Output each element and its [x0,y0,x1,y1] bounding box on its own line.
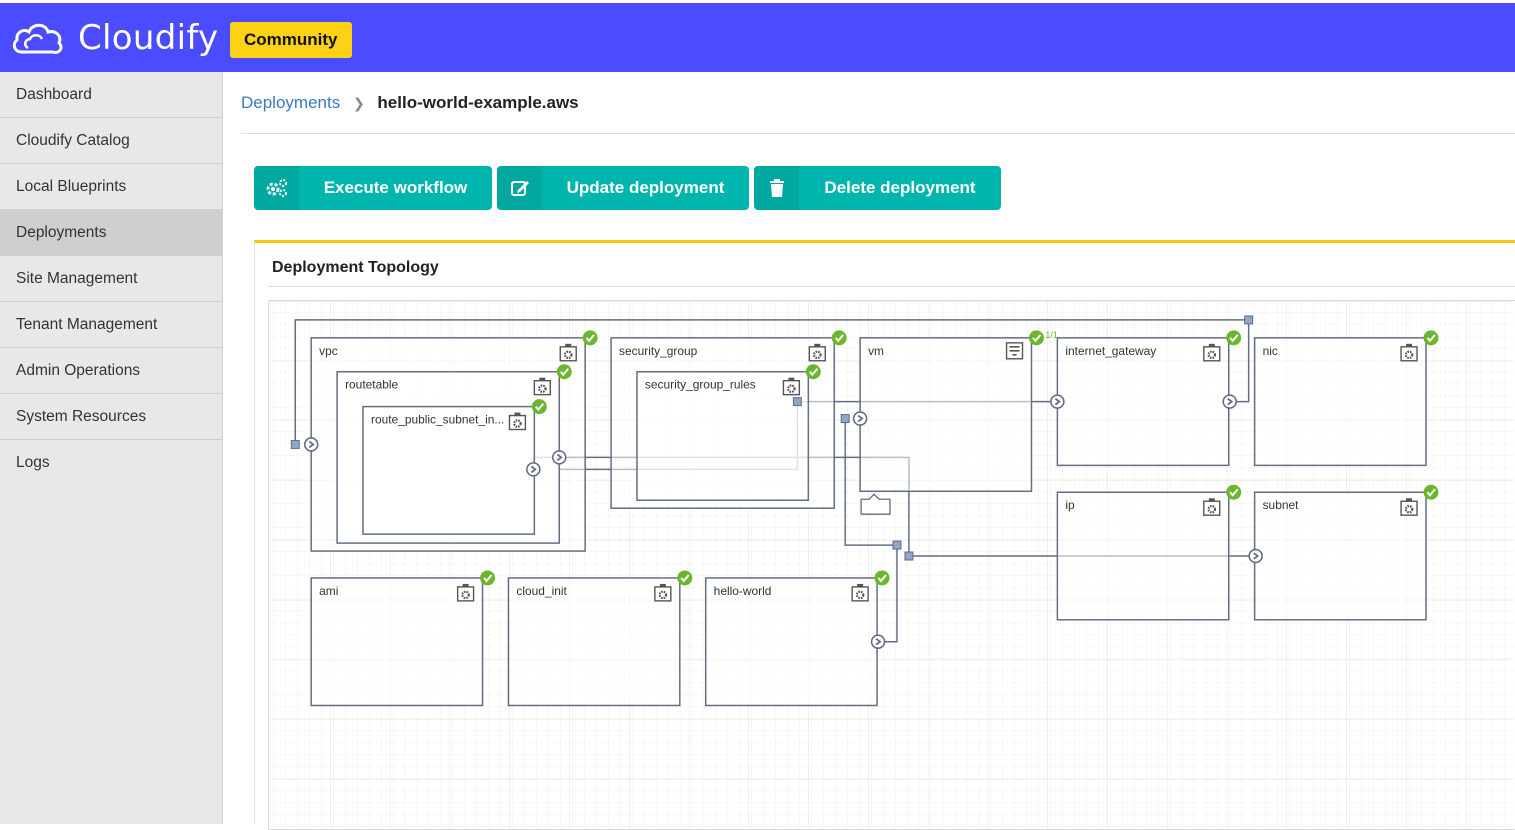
edit-icon [497,166,542,210]
topology-node-internet-gateway[interactable]: internet_gateway [1056,330,1242,467]
update-deployment-button[interactable]: Update deployment [497,166,749,210]
sidebar-item-logs[interactable]: Logs [0,440,222,486]
divider [268,286,1515,287]
node-type-icon [533,377,551,396]
topology-node-route-public-subnet-in[interactable]: route_public_subnet_in... [362,399,547,535]
update-deployment-label: Update deployment [566,178,725,197]
execute-workflow-label: Execute workflow [323,178,468,197]
node-type-icon [508,412,527,431]
sidebar-item-cloudify-catalog[interactable]: Cloudify Catalog [0,118,222,164]
edge-arrow-icon [852,411,868,426]
edge-arrow-icon [1222,394,1237,409]
status-ok-icon [1423,330,1439,346]
node-label: nic [1263,344,1278,358]
node-type-icon [559,343,577,362]
node-label: ip [1065,498,1075,512]
divider [241,133,1515,134]
node-label: route_public_subnet_in... [371,413,504,427]
edge-arrow-icon [870,634,886,649]
topology-node-cloud-init[interactable]: cloud_init [507,570,693,707]
status-ok-icon [874,570,890,586]
main-content: Deployments ❯ hello-world-example.aws Ex… [224,72,1515,830]
node-type-icon [1203,343,1221,362]
instance-count: 1/1 [1045,330,1057,340]
status-ok-icon [677,570,693,586]
cloudify-logo-icon[interactable] [10,18,66,60]
node-type-icon [851,583,869,602]
node-label: vpc [319,344,338,358]
breadcrumb: Deployments ❯ hello-world-example.aws [241,93,579,113]
edge-arrow-icon [526,462,541,477]
sidebar-item-dashboard[interactable]: Dashboard [0,72,222,118]
node-label: ami [319,584,338,598]
node-label: cloud_init [516,584,567,598]
breadcrumb-chevron-icon: ❯ [352,95,365,111]
sidebar-item-admin-operations[interactable]: Admin Operations [0,348,222,394]
topology-node-hello-world[interactable]: hello-world [704,570,890,707]
node-label: routetable [345,378,398,392]
sidebar: Dashboard Cloudify Catalog Local Bluepri… [0,72,223,824]
node-type-icon [808,343,826,362]
delete-deployment-label: Delete deployment [824,178,976,197]
node-label: subnet [1263,498,1300,512]
edge-arrow-icon [303,437,319,452]
status-ok-icon [582,330,598,346]
node-label: vm [868,344,884,358]
topology-node-subnet[interactable]: subnet [1253,484,1439,621]
status-ok-icon [831,330,847,346]
topology-canvas[interactable]: vpc routetable route_public_subnet_in... se… [268,300,1515,830]
edge-arrow-icon [551,450,567,465]
node-type-icon [456,583,475,602]
node-type-icon [782,377,801,396]
status-ok-icon [1226,484,1242,500]
node-type-icon [1400,498,1418,516]
deployment-topology-widget: Deployment Topology vpc routetable route… [254,240,1515,830]
node-label: internet_gateway [1065,344,1156,358]
sidebar-item-local-blueprints[interactable]: Local Blueprints [0,164,222,210]
edge-arrow-icon [1248,548,1263,564]
node-type-icon [654,583,672,602]
sidebar-item-system-resources[interactable]: System Resources [0,394,222,440]
execute-workflow-button[interactable]: Execute workflow [254,166,492,210]
breadcrumb-current: hello-world-example.aws [377,93,579,112]
topology-node-ip[interactable]: ip [1056,484,1242,621]
status-ok-icon [531,399,547,415]
topology-node-vm[interactable]: vm 1/1 [859,330,1058,493]
sidebar-item-site-management[interactable]: Site Management [0,256,222,302]
top-bar: Cloudify Community [0,0,1515,72]
status-ok-icon [805,364,821,380]
node-label: security_group_rules [645,378,756,392]
node-label: security_group [619,344,698,358]
topology-node-nic[interactable]: nic [1253,330,1439,467]
topology-node-ami[interactable]: ami [310,570,496,707]
sidebar-item-deployments[interactable]: Deployments [0,210,222,256]
node-label: hello-world [714,584,772,598]
breadcrumb-deployments-link[interactable]: Deployments [241,93,340,112]
topology-node-security-group-rules[interactable]: security_group_rules [636,364,821,501]
trash-icon [754,166,799,210]
status-ok-icon [480,570,496,586]
node-type-icon [1400,343,1418,362]
cogs-icon [254,166,299,210]
edge-arrow-icon [1050,394,1065,409]
status-ok-icon [1226,330,1242,346]
node-type-icon [1203,498,1221,516]
widget-title: Deployment Topology [272,259,439,276]
edition-badge: Community [230,22,352,58]
status-ok-icon [556,364,572,380]
delete-deployment-button[interactable]: Delete deployment [754,166,1001,210]
status-ok-icon [1423,484,1439,500]
status-ok-icon [1028,330,1044,346]
app-name[interactable]: Cloudify [78,18,218,58]
server-icon [1005,342,1024,360]
sidebar-item-tenant-management[interactable]: Tenant Management [0,302,222,348]
